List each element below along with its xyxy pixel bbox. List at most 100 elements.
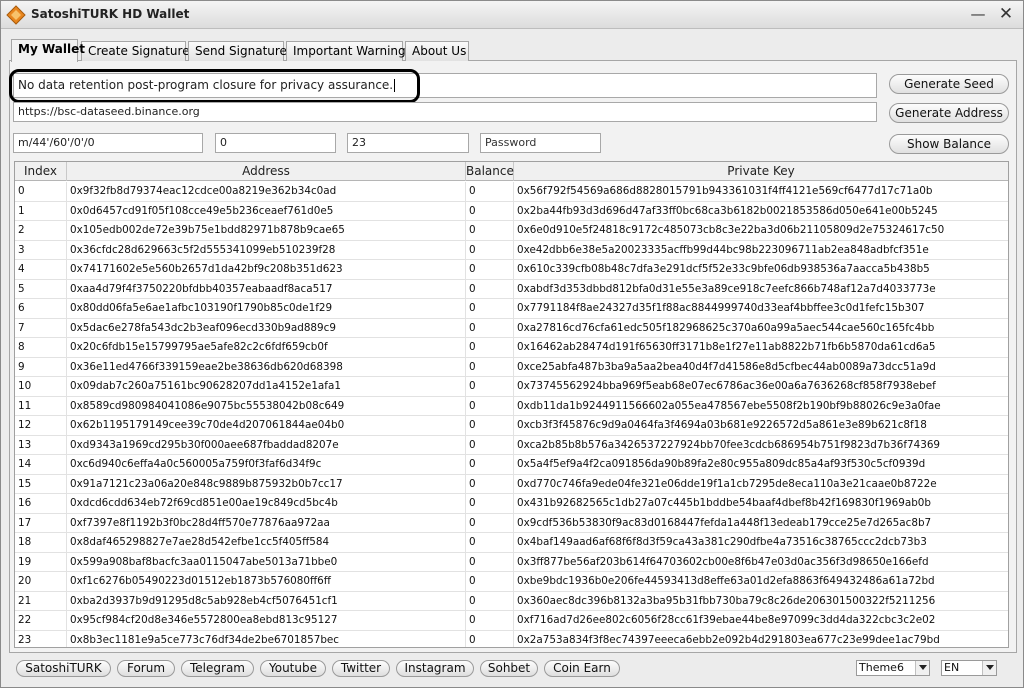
message-input[interactable]: No data retention post-program closure f… (13, 73, 877, 98)
cell-index[interactable]: 5 (15, 279, 67, 299)
cell-balance[interactable]: 0 (466, 533, 514, 552)
rpc-url-input[interactable]: https://bsc-dataseed.binance.org (13, 102, 877, 122)
cell-index[interactable]: 3 (15, 240, 67, 260)
table-row[interactable]: 15 0x91a7121c23a06a20e848c9889b875932b0b7… (15, 474, 1008, 494)
cell-address[interactable]: 0x599a908baf8bacfc3aa0115047abe5013a71bb… (67, 552, 466, 572)
cell-private-key[interactable]: 0xd770c746fa9ede04fe321e06dde19f1a1cb729… (514, 475, 1008, 494)
table-row[interactable]: 20 0xf1c6276b05490223d01512eb1873b576080f… (15, 572, 1008, 592)
table-row[interactable]: 4 0x74171602e5e560b2657d1da42bf9c208b351d… (15, 260, 1008, 280)
cell-address[interactable]: 0x62b1195179149cee39c70de4d207061844ae04… (67, 416, 466, 435)
cell-private-key[interactable]: 0x56f792f54569a686d8828015791b943361031f… (514, 182, 1008, 201)
cell-address[interactable]: 0x36e11ed4766f339159eae2be38636db620d683… (67, 357, 466, 377)
chevron-down-icon[interactable] (915, 661, 929, 675)
table-row[interactable]: 16 0xdcd6cdd634eb72f69cd851e00ae19c849cd5… (15, 494, 1008, 514)
cell-index[interactable]: 4 (15, 260, 67, 279)
generate-address-button[interactable]: Generate Address (889, 103, 1009, 123)
cell-balance[interactable]: 0 (466, 299, 514, 318)
cell-balance[interactable]: 0 (466, 221, 514, 240)
table-row[interactable]: 1 0x0d6457cd91f05f108cce49e5b236ceaef761d… (15, 201, 1008, 221)
cell-index[interactable]: 18 (15, 533, 67, 552)
cell-index[interactable]: 8 (15, 338, 67, 357)
cell-private-key[interactable]: 0x73745562924bba969f5eab68e07ec6786ac36e… (514, 377, 1008, 396)
cell-index[interactable]: 23 (15, 630, 67, 647)
cell-private-key[interactable]: 0x610c339cfb08b48c7dfa3e291dcf5f52e33c9b… (514, 260, 1008, 279)
cell-balance[interactable]: 0 (466, 357, 514, 377)
table-row[interactable]: 10 0x09dab7c260a75161bc90628207dd1a4152e1… (15, 377, 1008, 397)
cell-index[interactable]: 0 (15, 182, 67, 201)
cell-index[interactable]: 10 (15, 377, 67, 396)
cell-balance[interactable]: 0 (466, 474, 514, 494)
cell-address[interactable]: 0x8589cd980984041086e9075bc55538042b08c6… (67, 396, 466, 416)
cell-index[interactable]: 17 (15, 513, 67, 533)
cell-private-key[interactable]: 0x2ba44fb93d3d696d47af33ff0bc68ca3b6182b… (514, 202, 1008, 221)
link-forum-button[interactable]: Forum (117, 660, 175, 677)
cell-private-key[interactable]: 0x431b92682565c1db27a07c445b1bddbe54baaf… (514, 494, 1008, 513)
cell-private-key[interactable]: 0xce25abfa487b3ba9a5aa2bea40d4f7d41586e8… (514, 358, 1008, 377)
cell-balance[interactable]: 0 (466, 552, 514, 572)
cell-address[interactable]: 0x8daf465298827e7ae28d542efbe1cc5f405ff5… (67, 533, 466, 552)
chevron-down-icon[interactable] (982, 661, 996, 675)
link-twitter-button[interactable]: Twitter (332, 660, 390, 677)
table-row[interactable]: 18 0x8daf465298827e7ae28d542efbe1cc5f405f… (15, 533, 1008, 553)
cell-private-key[interactable]: 0x2a753a834f3f8ec74397eeeca6ebb2e092b4d2… (514, 631, 1008, 648)
cell-address[interactable]: 0x20c6fdb15e15799795ae5afe82c2c6fdf659cb… (67, 338, 466, 357)
link-satoshiturk-button[interactable]: SatoshiTURK (16, 660, 111, 677)
link-telegram-button[interactable]: Telegram (181, 660, 254, 677)
cell-address[interactable]: 0x09dab7c260a75161bc90628207dd1a4152e1af… (67, 377, 466, 396)
cell-balance[interactable]: 0 (466, 513, 514, 533)
cell-address[interactable]: 0x80dd06fa5e6ae1afbc103190f1790b85c0de1f… (67, 299, 466, 318)
cell-address[interactable]: 0xba2d3937b9d91295d8c5ab928eb4cf5076451c… (67, 591, 466, 611)
cell-index[interactable]: 15 (15, 474, 67, 494)
table-row[interactable]: 2 0x105edb002de72e39b75e1bdd82971b878b9ca… (15, 221, 1008, 241)
cell-balance[interactable]: 0 (466, 182, 514, 201)
cell-balance[interactable]: 0 (466, 377, 514, 396)
cell-private-key[interactable]: 0x6e0d910e5f24818c9172c485073cb8c3e22ba3… (514, 221, 1008, 240)
link-coin-earn-button[interactable]: Coin Earn (544, 660, 620, 677)
minimize-button[interactable]: — (967, 4, 989, 24)
cell-address[interactable]: 0x91a7121c23a06a20e848c9889b875932b0b7cc… (67, 474, 466, 494)
cell-balance[interactable]: 0 (466, 611, 514, 630)
table-row[interactable]: 7 0x5dac6e278fa543dc2b3eaf096ecd330b9ad88… (15, 318, 1008, 338)
cell-index[interactable]: 2 (15, 221, 67, 240)
cell-private-key[interactable]: 0x5a4f5ef9a4f2ca091856da90b89fa2e80c955a… (514, 455, 1008, 474)
cell-address[interactable]: 0xf1c6276b05490223d01512eb1873b576080ff6… (67, 572, 466, 591)
cell-address[interactable]: 0xc6d940c6effa4a0c560005a759f0f3faf6d34f… (67, 455, 466, 474)
cell-balance[interactable]: 0 (466, 279, 514, 299)
derivation-path-input[interactable]: m/44'/60'/0'/0 (13, 133, 203, 153)
cell-index[interactable]: 14 (15, 455, 67, 474)
cell-index[interactable]: 22 (15, 611, 67, 630)
table-row[interactable]: 21 0xba2d3937b9d91295d8c5ab928eb4cf507645… (15, 591, 1008, 611)
cell-index[interactable]: 11 (15, 396, 67, 416)
title-bar[interactable]: SatoshiTURK HD Wallet — ✕ (1, 1, 1023, 29)
cell-balance[interactable]: 0 (466, 416, 514, 435)
cell-index[interactable]: 19 (15, 552, 67, 572)
cell-balance[interactable]: 0 (466, 318, 514, 338)
cell-private-key[interactable]: 0xdb11da1b9244911566602a055ea478567ebe55… (514, 397, 1008, 416)
tab-my-wallet[interactable]: My Wallet (11, 39, 85, 62)
table-row[interactable]: 23 0x8b3ec1181e9a5ce773c76df34de2be670185… (15, 630, 1008, 648)
cell-address[interactable]: 0x0d6457cd91f05f108cce49e5b236ceaef761d0… (67, 201, 466, 221)
cell-index[interactable]: 1 (15, 201, 67, 221)
tab-create-signature[interactable]: Create Signature (81, 41, 190, 61)
table-row[interactable]: 3 0x36cfdc28d629663c5f2d555341099eb510239… (15, 240, 1008, 260)
theme-select[interactable]: Theme6 (856, 660, 930, 676)
table-row[interactable]: 13 0xd9343a1969cd295b30f000aee687fbaddad8… (15, 435, 1008, 455)
cell-balance[interactable]: 0 (466, 201, 514, 221)
cell-address[interactable]: 0x95cf984cf20d8e346e5572800ea8ebd813c951… (67, 611, 466, 630)
cell-private-key[interactable]: 0x16462ab28474d191f65630ff3171b8e1f27e11… (514, 338, 1008, 357)
cell-address[interactable]: 0x105edb002de72e39b75e1bdd82971b878b9cae… (67, 221, 466, 240)
password-input[interactable]: Password (480, 133, 601, 153)
cell-index[interactable]: 12 (15, 416, 67, 435)
table-row[interactable]: 11 0x8589cd980984041086e9075bc55538042b08… (15, 396, 1008, 416)
cell-index[interactable]: 7 (15, 318, 67, 338)
table-row[interactable]: 12 0x62b1195179149cee39c70de4d207061844ae… (15, 416, 1008, 436)
cell-address[interactable]: 0x9f32fb8d79374eac12cdce00a8219e362b34c0… (67, 182, 466, 201)
cell-address[interactable]: 0x5dac6e278fa543dc2b3eaf096ecd330b9ad889… (67, 318, 466, 338)
tab-send-signature[interactable]: Send Signature (188, 41, 287, 61)
cell-balance[interactable]: 0 (466, 591, 514, 611)
cell-private-key[interactable]: 0xa27816cd76cfa61edc505f182968625c370a60… (514, 319, 1008, 338)
cell-index[interactable]: 9 (15, 357, 67, 377)
link-sohbet-button[interactable]: Sohbet (480, 660, 538, 677)
wallet-table[interactable]: Index Address Balance Private Key 0 0x9f3… (14, 161, 1009, 648)
tab-about-us[interactable]: About Us (405, 41, 469, 61)
